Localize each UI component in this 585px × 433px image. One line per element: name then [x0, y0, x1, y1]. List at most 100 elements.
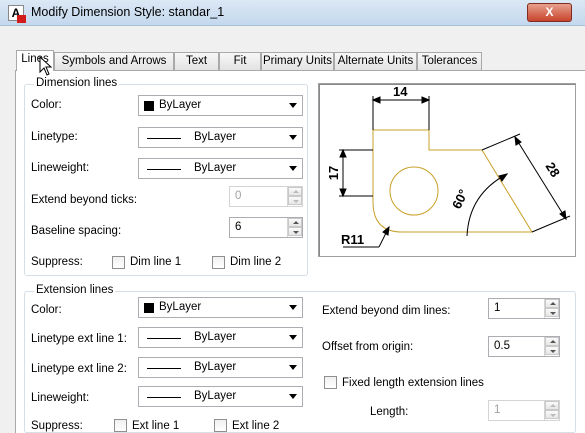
tab-text[interactable]: Text — [174, 52, 219, 70]
spin-down-icon[interactable] — [288, 196, 302, 205]
extend-beyond-ticks-value: 0 — [235, 190, 242, 202]
dim-60-arc — [466, 173, 508, 237]
spinner-buttons — [287, 218, 302, 237]
dimension-lines-group-label: Dimension lines — [34, 77, 120, 89]
extend-beyond-dim-lines-spinner[interactable]: 1 — [488, 298, 560, 319]
r11-text: R11 — [341, 232, 364, 247]
spin-up-icon[interactable] — [288, 218, 302, 227]
dim-17-arrow-bottom — [339, 188, 347, 198]
spinner-buttons — [544, 299, 559, 318]
title-bar: A Modify Dimension Style: standar_1 X — [0, 0, 585, 26]
linetype-ext-line-2-dropdown[interactable]: ByLayer — [138, 357, 303, 378]
close-button[interactable]: X — [527, 3, 572, 22]
dim-17-arrow-top — [339, 148, 347, 158]
part-outline — [372, 129, 533, 233]
chevron-down-icon — [289, 394, 297, 399]
length-spinner[interactable]: 1 — [488, 400, 560, 421]
color-swatch — [144, 101, 154, 111]
length-label: Length: — [370, 406, 409, 418]
dim-28-text: 28 — [543, 160, 563, 180]
extend-beyond-dim-lines-value: 1 — [494, 302, 501, 314]
dim-suppress-label: Suppress: — [31, 256, 83, 268]
chevron-down-icon — [289, 305, 297, 310]
linetype-sample-icon — [147, 338, 181, 339]
dim-28-arrow-top — [514, 135, 522, 146]
chevron-down-icon — [289, 166, 297, 171]
extension-lines-group-label: Extension lines — [34, 284, 116, 296]
ext-lineweight-dropdown[interactable]: ByLayer — [138, 386, 303, 407]
dim-line-1-checkbox[interactable] — [112, 256, 125, 269]
baseline-spacing-spinner[interactable]: 6 — [229, 217, 303, 238]
ext-line-1-checkbox[interactable] — [114, 419, 127, 432]
chevron-down-icon — [289, 135, 297, 140]
part-hole — [389, 166, 439, 216]
dim-color-label: Color: — [31, 99, 62, 111]
mouse-cursor-icon — [39, 56, 53, 76]
tab-tolerances[interactable]: Tolerances — [417, 52, 482, 70]
spinner-buttons — [544, 401, 559, 420]
dim-lineweight-value: ByLayer — [194, 162, 237, 174]
dim-14-arrow-right — [421, 96, 431, 104]
ext-line-2-label: Ext line 2 — [232, 420, 280, 432]
spin-down-icon[interactable] — [545, 346, 559, 355]
preview-drawing: 14 17 28 60° R11 — [326, 84, 571, 248]
chevron-down-icon — [289, 335, 297, 340]
dim-lineweight-dropdown[interactable]: ByLayer — [138, 158, 303, 179]
dim-28-ext-top — [481, 133, 521, 151]
window-title: Modify Dimension Style: standar_1 — [31, 5, 225, 19]
extend-beyond-ticks-spinner[interactable]: 0 — [229, 186, 303, 207]
linetype-ext-line-1-dropdown[interactable]: ByLayer — [138, 327, 303, 348]
dim-line-2-checkbox[interactable] — [212, 256, 225, 269]
dim-17-text: 17 — [326, 166, 341, 180]
dim-14-arrow-left — [371, 96, 381, 104]
lineweight-sample-icon — [147, 397, 181, 398]
extend-beyond-ticks-label: Extend beyond ticks: — [31, 194, 138, 206]
fixed-length-label: Fixed length extension lines — [342, 377, 484, 389]
linetype-sample-icon — [147, 138, 181, 139]
fixed-length-checkbox[interactable] — [324, 376, 337, 389]
spin-up-icon[interactable] — [545, 401, 559, 410]
dim-line-2-label: Dim line 2 — [230, 256, 282, 268]
dim-linetype-value: ByLayer — [194, 131, 237, 143]
dimension-preview: 14 17 28 60° R11 — [318, 83, 576, 257]
offset-from-origin-label: Offset from origin: — [322, 341, 414, 353]
chevron-down-icon — [289, 365, 297, 370]
spin-up-icon[interactable] — [288, 187, 302, 196]
dim-14-text: 14 — [393, 84, 408, 99]
linetype-ext-line-2-label: Linetype ext line 2: — [31, 363, 127, 375]
dim-28-line — [514, 136, 567, 220]
dim-28-arrow-bottom — [559, 210, 567, 221]
spin-up-icon[interactable] — [545, 337, 559, 346]
linetype-sample-icon — [147, 368, 181, 369]
spin-down-icon[interactable] — [288, 227, 302, 236]
color-swatch — [144, 303, 154, 313]
baseline-spacing-value: 6 — [235, 221, 242, 233]
spin-down-icon[interactable] — [545, 308, 559, 317]
offset-from-origin-spinner[interactable]: 0.5 — [488, 336, 560, 357]
ext-lineweight-value: ByLayer — [194, 390, 237, 402]
autocad-app-icon: A — [8, 5, 26, 23]
dim-60-text: 60° — [449, 187, 471, 211]
linetype-ext-line-1-label: Linetype ext line 1: — [31, 333, 127, 345]
ext-suppress-label: Suppress: — [31, 420, 83, 432]
dim-lineweight-label: Lineweight: — [31, 162, 90, 174]
offset-from-origin-value: 0.5 — [494, 340, 510, 352]
spin-up-icon[interactable] — [545, 299, 559, 308]
app-icon-badge — [17, 15, 26, 23]
spinner-buttons — [287, 187, 302, 206]
dim-line-1-label: Dim line 1 — [130, 256, 182, 268]
dim-color-value: ByLayer — [159, 99, 202, 111]
ext-line-2-checkbox[interactable] — [214, 419, 227, 432]
ext-color-dropdown[interactable]: ByLayer — [138, 297, 303, 318]
ext-lineweight-label: Lineweight: — [31, 392, 90, 404]
tab-symbols-and-arrows[interactable]: Symbols and Arrows — [54, 52, 174, 70]
tab-primary-units[interactable]: Primary Units — [261, 52, 334, 70]
dim-linetype-dropdown[interactable]: ByLayer — [138, 127, 303, 148]
tab-alternate-units[interactable]: Alternate Units — [334, 52, 417, 70]
length-value: 1 — [494, 404, 501, 416]
dim-linetype-label: Linetype: — [31, 131, 78, 143]
spin-down-icon[interactable] — [545, 410, 559, 419]
baseline-spacing-label: Baseline spacing: — [31, 225, 122, 237]
tab-fit[interactable]: Fit — [219, 52, 261, 70]
dim-color-dropdown[interactable]: ByLayer — [138, 95, 303, 116]
